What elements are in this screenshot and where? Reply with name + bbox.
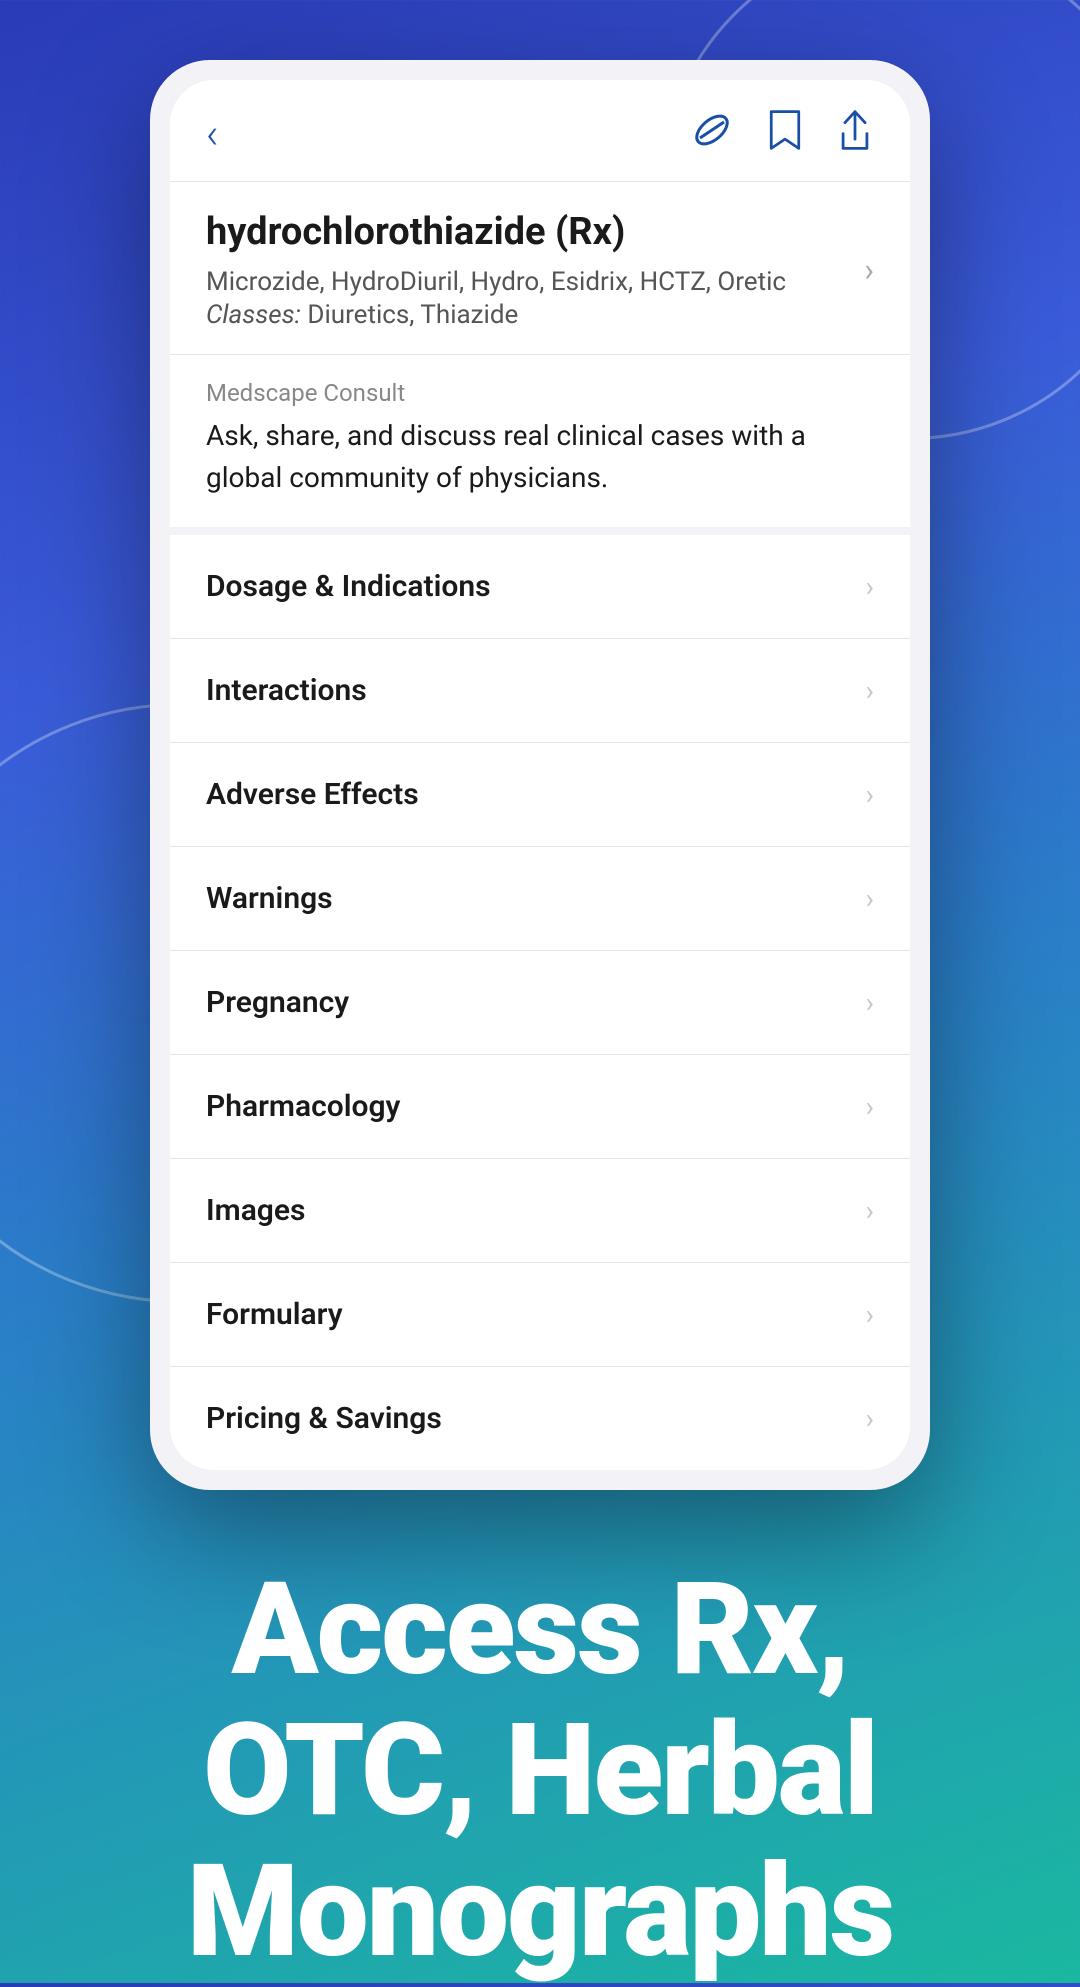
menu-item[interactable]: Pricing & Savings › xyxy=(170,1367,910,1470)
share-icon[interactable] xyxy=(836,108,874,161)
menu-item-chevron: › xyxy=(866,882,874,915)
drug-aliases: Microzide, HydroDiuril, Hydro, Esidrix, … xyxy=(206,264,848,300)
menu-item[interactable]: Images › xyxy=(170,1159,910,1263)
consult-label: Medscape Consult xyxy=(206,379,874,407)
menu-item-label: Images xyxy=(206,1193,305,1228)
bottom-headline-line3: Monographs xyxy=(187,1842,894,1983)
menu-item[interactable]: Warnings › xyxy=(170,847,910,951)
menu-item[interactable]: Pregnancy › xyxy=(170,951,910,1055)
menu-item-chevron: › xyxy=(866,674,874,707)
menu-item-chevron: › xyxy=(866,1194,874,1227)
bottom-text: Access Rx, OTC, Herbal Monographs xyxy=(127,1560,954,1982)
menu-item-chevron: › xyxy=(866,1402,874,1435)
menu-item-label: Pregnancy xyxy=(206,985,349,1020)
menu-item[interactable]: Interactions › xyxy=(170,639,910,743)
consult-block: Medscape Consult Ask, share, and discuss… xyxy=(170,355,910,535)
menu-item-chevron: › xyxy=(866,778,874,811)
menu-item-label: Formulary xyxy=(206,1297,343,1332)
menu-item-chevron: › xyxy=(866,570,874,603)
drug-info: hydrochlorothiazide (Rx) Microzide, Hydr… xyxy=(206,210,848,330)
menu-item-label: Pricing & Savings xyxy=(206,1401,442,1436)
menu-item-chevron: › xyxy=(866,1298,874,1331)
menu-item-label: Dosage & Indications xyxy=(206,569,491,604)
menu-item[interactable]: Pharmacology › xyxy=(170,1055,910,1159)
back-button[interactable]: ‹ xyxy=(206,114,219,156)
menu-item[interactable]: Dosage & Indications › xyxy=(170,535,910,639)
bottom-headline-line2: OTC, Herbal xyxy=(187,1701,894,1842)
menu-item-chevron: › xyxy=(866,986,874,1019)
top-nav-bar: ‹ xyxy=(170,80,910,182)
drug-classes: Classes: Diuretics, Thiazide xyxy=(206,300,848,330)
consult-text: Ask, share, and discuss real clinical ca… xyxy=(206,415,874,499)
phone-mockup: ‹ xyxy=(150,60,930,1490)
menu-item[interactable]: Adverse Effects › xyxy=(170,743,910,847)
drug-name: hydrochlorothiazide (Rx) xyxy=(206,210,848,254)
bottom-headline-line1: Access Rx, xyxy=(187,1560,894,1701)
menu-item-label: Interactions xyxy=(206,673,367,708)
menu-item-label: Pharmacology xyxy=(206,1089,400,1124)
phone-screen: ‹ xyxy=(170,80,910,1470)
top-icons-group xyxy=(690,108,874,161)
drug-header[interactable]: hydrochlorothiazide (Rx) Microzide, Hydr… xyxy=(170,182,910,355)
menu-item[interactable]: Formulary › xyxy=(170,1263,910,1367)
drug-header-chevron: › xyxy=(864,251,874,289)
menu-item-label: Warnings xyxy=(206,881,333,916)
pill-icon[interactable] xyxy=(690,108,734,161)
menu-item-label: Adverse Effects xyxy=(206,777,419,812)
menu-item-chevron: › xyxy=(866,1090,874,1123)
bookmark-icon[interactable] xyxy=(766,108,804,161)
menu-list: Dosage & Indications › Interactions › Ad… xyxy=(170,535,910,1470)
